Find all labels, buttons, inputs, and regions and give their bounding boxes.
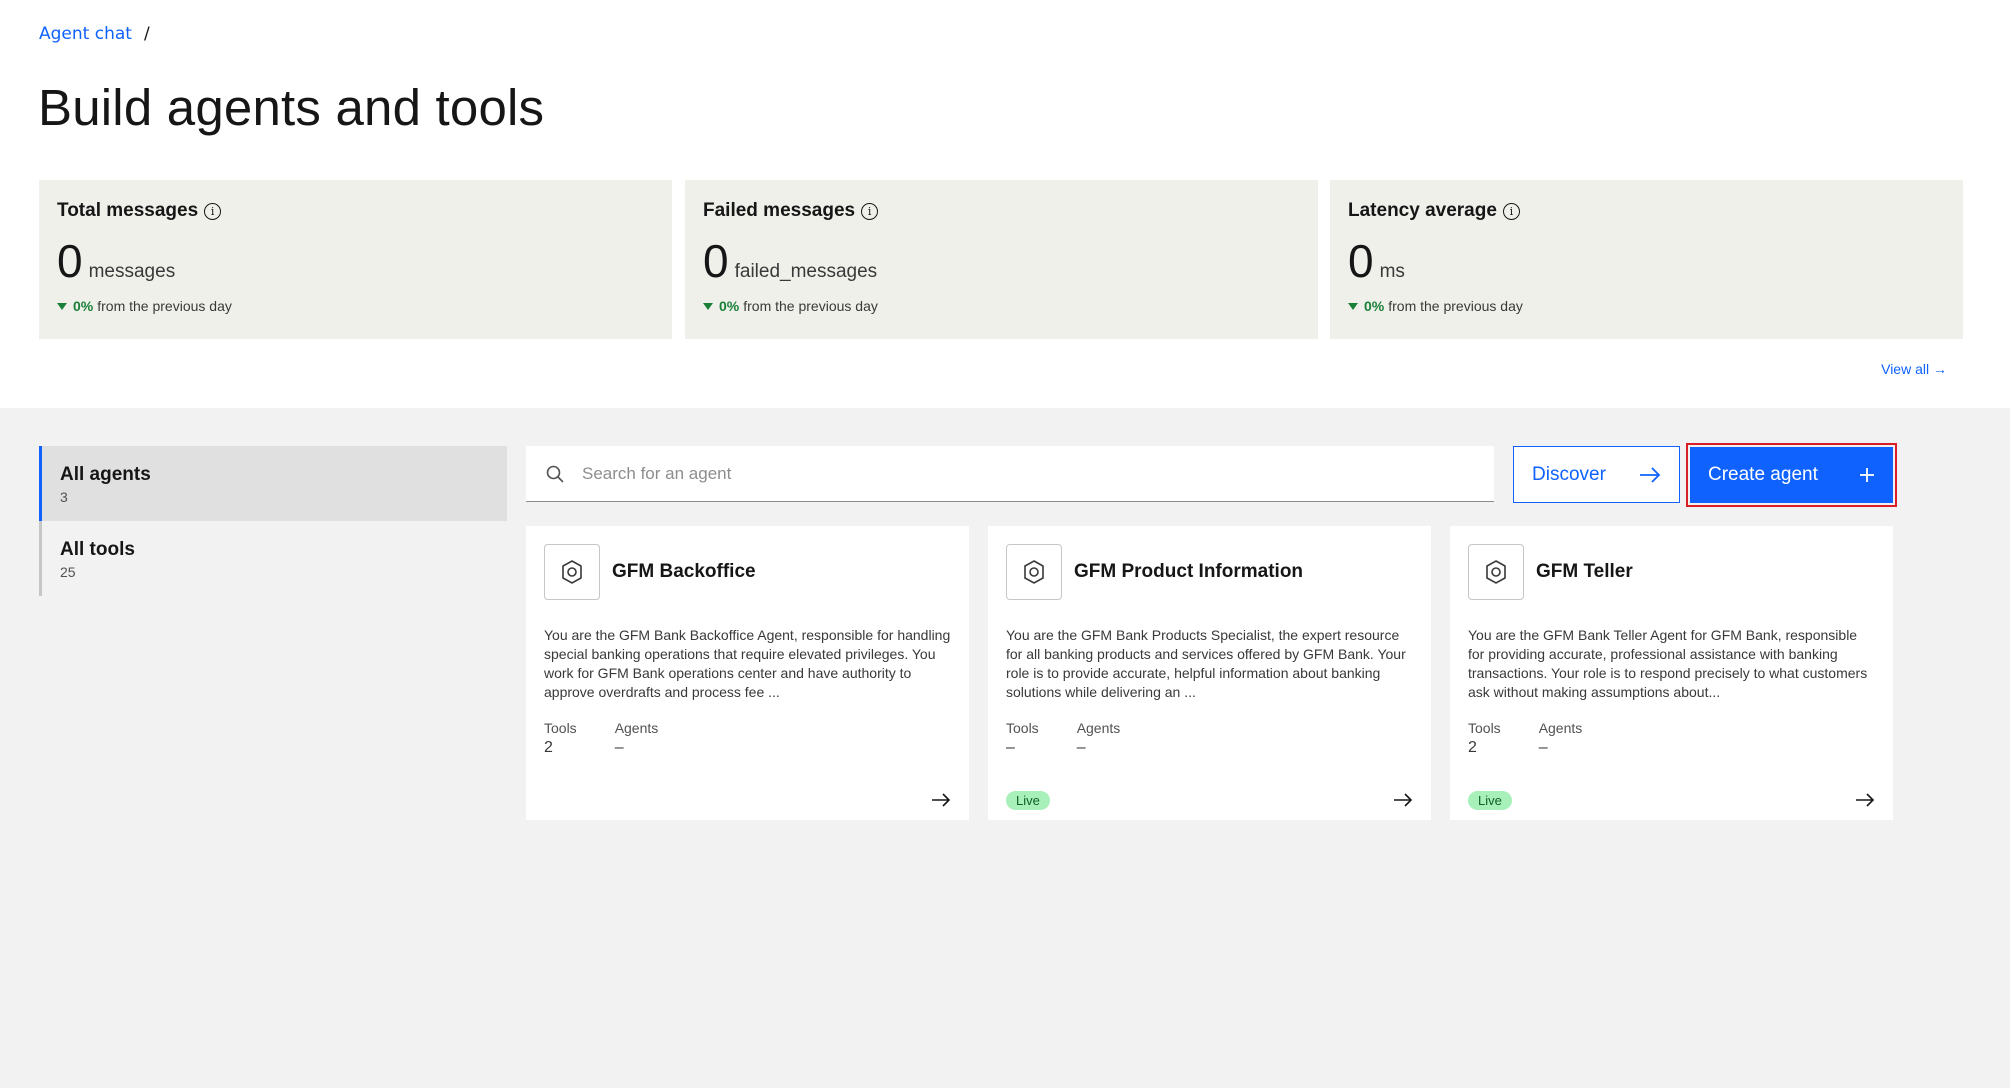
arrow-right-icon	[1640, 466, 1661, 483]
sidebar-item-all-tools[interactable]: All tools 25	[39, 521, 507, 596]
agent-icon	[1468, 544, 1524, 600]
agents-value: –	[1076, 739, 1086, 756]
page-title: Build agents and tools	[38, 79, 545, 136]
status-badge: Live	[1006, 791, 1050, 810]
metric-card-failed-messages: Failed messages i 0 failed_messages 0% from…	[685, 180, 1318, 339]
sidebar-item-count: 3	[60, 489, 68, 505]
metric-title: Latency average	[1348, 200, 1497, 221]
plus-icon	[1860, 468, 1874, 482]
tools-value: 2	[544, 739, 553, 756]
agents-value: –	[614, 739, 624, 756]
agent-card[interactable]: GFM Backoffice You are the GFM Bank Back…	[526, 526, 969, 820]
metric-delta-pct: 0%	[1364, 298, 1385, 314]
agent-icon	[1006, 544, 1062, 600]
status-badge: Live	[1468, 791, 1512, 810]
agents-label: Agents	[614, 720, 659, 736]
metric-unit: ms	[1379, 261, 1405, 282]
tools-label: Tools	[1468, 720, 1501, 736]
sidebar-item-label: All agents	[60, 464, 151, 485]
discover-button-label: Discover	[1532, 463, 1606, 485]
metric-title: Total messages	[57, 200, 199, 221]
info-icon[interactable]: i	[204, 202, 222, 220]
tools-value: –	[1006, 739, 1015, 756]
sidebar-item-all-agents[interactable]: All agents 3	[39, 446, 507, 521]
metric-value: 0	[1348, 235, 1374, 287]
agent-card-name: GFM Teller	[1536, 561, 1633, 582]
agent-card-name: GFM Backoffice	[612, 561, 756, 582]
search-icon	[546, 465, 564, 483]
sidebar: All agents 3 All tools 25	[39, 446, 507, 596]
metric-delta-text: from the previous day	[1388, 298, 1523, 314]
view-all-link[interactable]: View all →	[1881, 361, 1947, 377]
create-agent-highlight: Create agent	[1686, 443, 1897, 507]
caret-down-icon	[703, 302, 713, 310]
create-agent-button[interactable]: Create agent	[1690, 447, 1893, 503]
arrow-right-icon[interactable]	[1393, 792, 1413, 808]
agent-card-name: GFM Product Information	[1074, 561, 1304, 582]
breadcrumb-separator: /	[143, 24, 150, 44]
agent-icon	[544, 544, 600, 600]
metric-delta-pct: 0%	[73, 298, 94, 314]
metric-delta-pct: 0%	[719, 298, 740, 314]
breadcrumb-link-agent-chat[interactable]: Agent chat	[39, 24, 132, 44]
agents-section: All agents 3 All tools 25 Discover Creat…	[0, 408, 2010, 1088]
caret-down-icon	[57, 302, 67, 310]
agents-label: Agents	[1538, 720, 1583, 736]
sidebar-item-label: All tools	[60, 539, 135, 560]
agent-card[interactable]: GFM Product Information You are the GFM …	[988, 526, 1431, 820]
metric-delta-text: from the previous day	[743, 298, 878, 314]
agent-card-description: You are the GFM Bank Backoffice Agent, r…	[544, 627, 951, 700]
caret-down-icon	[1348, 302, 1358, 310]
agent-card-description: You are the GFM Bank Products Specialist…	[1006, 627, 1406, 700]
sidebar-item-count: 25	[60, 564, 76, 580]
metric-value: 0	[57, 235, 83, 287]
info-icon[interactable]: i	[861, 202, 879, 220]
agents-label: Agents	[1076, 720, 1121, 736]
metric-unit: messages	[88, 261, 176, 282]
arrow-right-icon: →	[1933, 361, 1947, 377]
metric-value: 0	[703, 235, 729, 287]
metric-title: Failed messages	[703, 200, 856, 221]
metric-delta-text: from the previous day	[97, 298, 232, 314]
discover-button[interactable]: Discover	[1513, 446, 1680, 503]
agent-card[interactable]: GFM Teller You are the GFM Bank Teller A…	[1450, 526, 1893, 820]
agent-card-description: You are the GFM Bank Teller Agent for GF…	[1468, 627, 1868, 700]
breadcrumb: Agent chat /	[39, 24, 150, 44]
search-bar	[526, 446, 1494, 502]
metric-card-latency-average: Latency average i 0 ms 0% from the previous…	[1330, 180, 1963, 339]
metric-card-total-messages: Total messages i 0 messages 0% from the pre…	[39, 180, 672, 339]
tools-value: 2	[1468, 739, 1477, 756]
arrow-right-icon[interactable]	[931, 792, 951, 808]
view-all-label: View all	[1881, 361, 1930, 377]
tools-label: Tools	[544, 720, 577, 736]
arrow-right-icon[interactable]	[1855, 792, 1875, 808]
create-agent-button-label: Create agent	[1708, 464, 1818, 485]
tools-label: Tools	[1006, 720, 1039, 736]
metric-unit: failed_messages	[734, 261, 878, 282]
search-input[interactable]	[582, 463, 1462, 484]
header-section: Agent chat / Build agents and tools Tota…	[0, 0, 2010, 408]
info-icon[interactable]: i	[1502, 202, 1520, 220]
agents-value: –	[1538, 739, 1548, 756]
